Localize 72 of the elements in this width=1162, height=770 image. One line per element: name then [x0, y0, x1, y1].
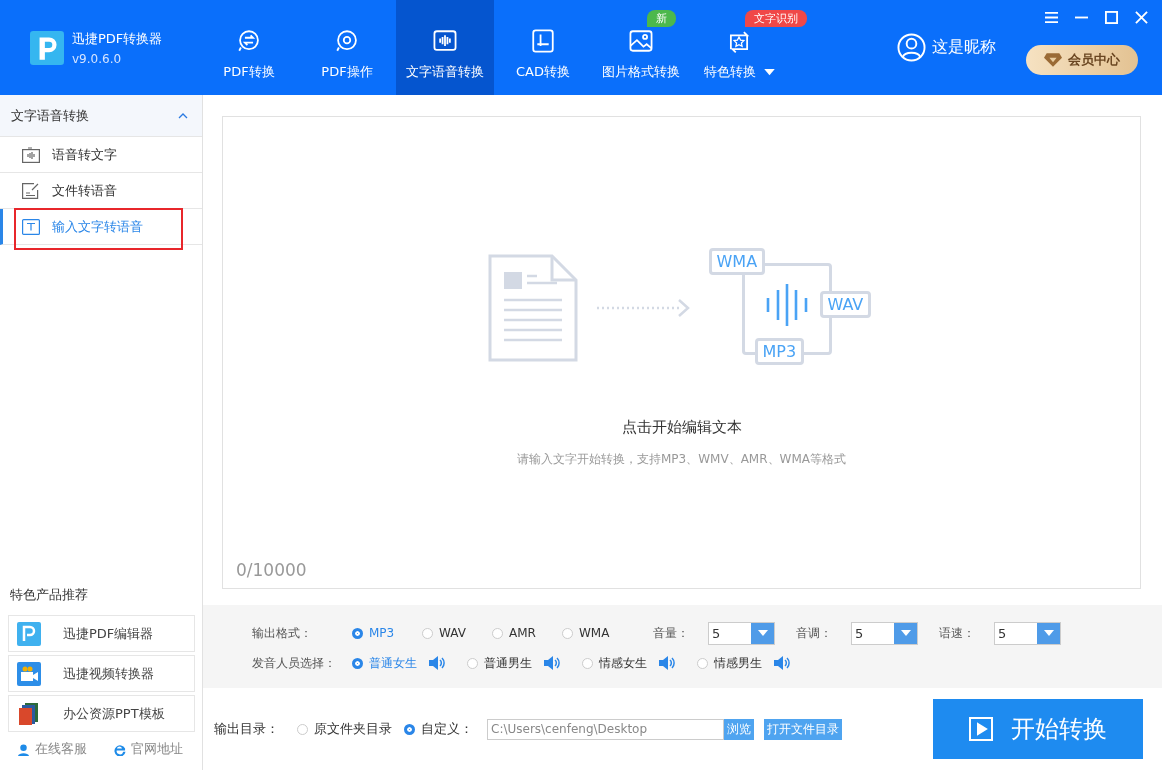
speaker-icon[interactable] [659, 656, 675, 670]
nav-tab[interactable]: PDF操作 [298, 28, 396, 95]
output-radio[interactable]: 自定义： [404, 720, 473, 738]
text-box-icon [22, 218, 40, 235]
setting-label: 发音人员选择： [252, 654, 337, 672]
footer-link[interactable]: 在线客服 [17, 740, 87, 758]
sidebar-item[interactable]: 文件转语音 [0, 173, 202, 209]
text-editor-area[interactable]: WMA WAV MP3 点击开始编辑文本 请输入文字开始转换，支持MP3、WMV、AMR、WMA等格式 0/10000 [222, 116, 1141, 589]
document-icon [486, 253, 579, 363]
number-dropdown[interactable]: 5 [994, 621, 1061, 645]
setting-label: 音量： [653, 624, 690, 642]
format-radio[interactable]: WAV [422, 626, 492, 640]
audio-file-icon [22, 146, 40, 163]
setting-label: 输出格式： [252, 624, 313, 642]
ppt-template-app-icon [17, 701, 41, 726]
nav-tab[interactable]: 图片格式转换 [592, 28, 690, 95]
video-converter-app-icon [17, 661, 41, 686]
format-radio[interactable]: MP3 [352, 626, 422, 640]
output-radio[interactable]: 原文件夹目录 [297, 720, 392, 738]
app-name: 迅捷PDF转换器 [72, 29, 163, 48]
close-icon[interactable] [1135, 11, 1148, 24]
user-nickname[interactable]: 这是昵称 [932, 37, 996, 58]
browser-e-icon [113, 742, 126, 756]
caret-icon [900, 630, 911, 636]
voice-radio[interactable]: 普通女生 [352, 654, 417, 672]
tab-badge: 新 [646, 10, 676, 27]
menu-icon[interactable] [1045, 11, 1058, 24]
character-counter: 0/10000 [236, 560, 307, 580]
output-label: 输出目录： [214, 720, 279, 738]
app-version: v9.0.6.0 [72, 51, 123, 66]
voice-radio[interactable]: 情感女生 [582, 654, 647, 672]
format-radio[interactable]: AMR [492, 626, 562, 640]
speaker-icon[interactable] [774, 656, 790, 670]
footer-link[interactable]: 官网地址 [113, 740, 183, 758]
nav-tab[interactable]: 特色转换 [690, 28, 788, 95]
editor-hint: 请输入文字开始转换，支持MP3、WMV、AMR、WMA等格式 [517, 451, 846, 468]
voice-radio[interactable]: 情感男生 [697, 654, 762, 672]
product-link[interactable]: 办公资源PPT模板 [8, 695, 195, 732]
output-path-field[interactable]: C:\Users\cenfeng\Desktop [487, 718, 724, 740]
user-avatar-icon[interactable] [897, 33, 926, 62]
nav-tab[interactable]: CAD转换 [494, 28, 592, 95]
edit-document-icon [22, 182, 40, 199]
speaker-icon[interactable] [544, 656, 560, 670]
number-dropdown[interactable]: 5 [851, 621, 918, 645]
chevron-icon [178, 112, 188, 119]
diamond-icon [1044, 52, 1062, 67]
product-link[interactable]: 迅捷PDF编辑器 [8, 615, 195, 652]
sidebar-item[interactable]: 语音转文字 [0, 137, 202, 173]
nav-tab[interactable]: 文字语音转换 [396, 0, 494, 95]
sidebar-item[interactable]: 输入文字转语音 [0, 209, 202, 245]
setting-label: 语速： [939, 624, 976, 642]
caret-icon [1043, 630, 1054, 636]
number-dropdown[interactable]: 5 [708, 621, 775, 645]
audio-formats-drawing: WMA WAV MP3 [708, 248, 877, 368]
app-logo-icon [30, 30, 64, 65]
tab-badge: 文字识别 [744, 10, 807, 27]
voice-radio[interactable]: 普通男生 [467, 654, 532, 672]
sidebar-section-header[interactable]: 文字语音转换 [0, 95, 202, 137]
start-convert-button[interactable]: 开始转换 [933, 699, 1143, 759]
recommend-title: 特色产品推荐 [9, 586, 89, 604]
caret-icon [757, 630, 768, 636]
pdf-editor-app-icon [17, 621, 41, 646]
speaker-icon[interactable] [429, 656, 445, 670]
product-link[interactable]: 迅捷视频转换器 [8, 655, 195, 692]
editor-title: 点击开始编辑文本 [621, 418, 742, 437]
format-radio[interactable]: WMA [562, 626, 632, 640]
dotted-arrow-icon [596, 298, 691, 318]
vip-center-button[interactable]: 会员中心 [1026, 44, 1138, 75]
nav-tab[interactable]: PDF转换 [200, 28, 298, 95]
maximize-icon[interactable] [1105, 11, 1118, 24]
play-icon [969, 717, 993, 741]
setting-label: 音调： [796, 624, 833, 642]
